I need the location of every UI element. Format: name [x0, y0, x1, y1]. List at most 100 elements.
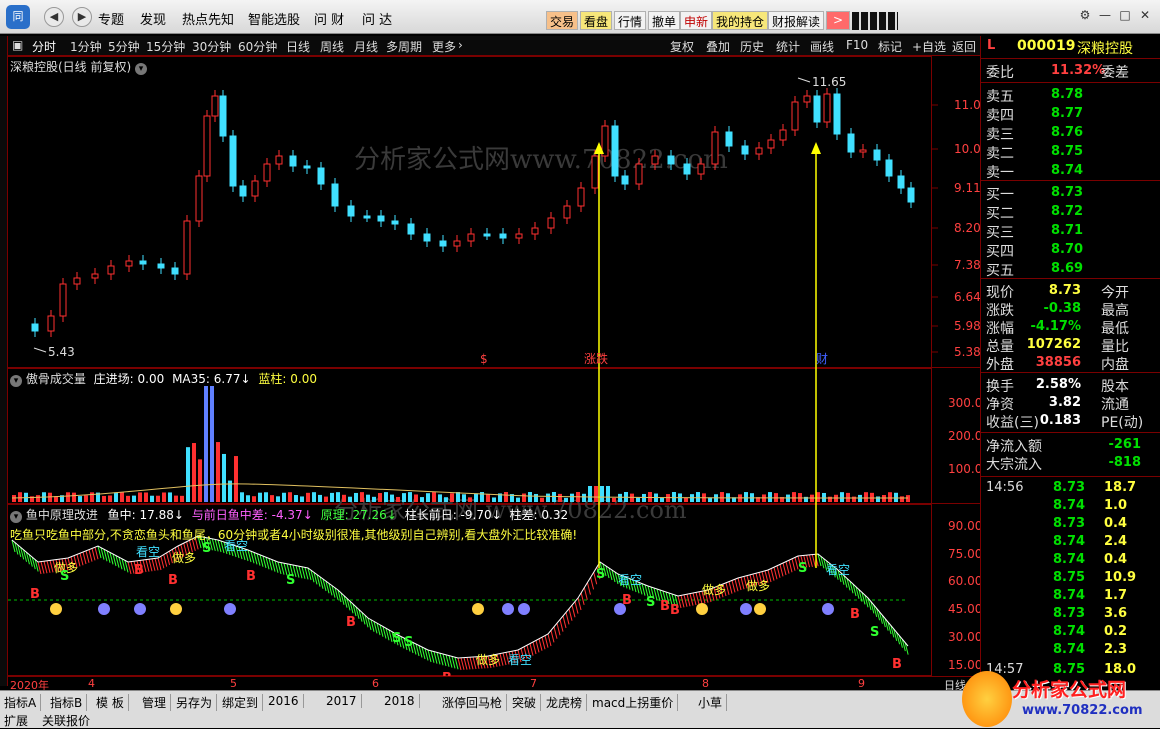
tool-trade-button[interactable]: 交易	[546, 11, 579, 30]
tab-period[interactable]: 更多	[432, 38, 456, 55]
bid-row[interactable]: 买二 8.72	[981, 203, 1141, 222]
ask-row[interactable]: 卖三 8.76	[981, 124, 1141, 143]
bottom-tab[interactable]: 龙虎榜	[546, 694, 588, 711]
action-draw[interactable]: 画线	[810, 38, 834, 55]
candle-body	[651, 155, 659, 165]
bottom-tab[interactable]: 另存为	[176, 694, 218, 711]
bottom-tab[interactable]: 小草	[698, 694, 728, 711]
tab-period[interactable]: 多周期	[386, 38, 422, 55]
more-arrow-icon[interactable]: >	[826, 11, 850, 30]
nav-topic[interactable]: 专题	[98, 9, 124, 28]
bid-row[interactable]: 买一 8.73	[981, 184, 1141, 203]
fish-title[interactable]: 鱼中原理改进	[26, 508, 98, 522]
bottom-tab[interactable]: 绑定到	[222, 694, 264, 711]
bottom-tab[interactable]: 指标A	[4, 694, 42, 711]
close-icon[interactable]: ✕	[1138, 8, 1152, 22]
ask-row[interactable]: 卖五 8.78	[981, 86, 1141, 105]
tool-ipo-button[interactable]: 申新	[680, 11, 713, 30]
bottom-tab[interactable]: 2017	[326, 694, 362, 708]
volume-bar	[438, 494, 442, 502]
date-label: 5	[230, 677, 237, 690]
ask-row[interactable]: 卖一 8.74	[981, 162, 1141, 181]
quote-header: L 000019 深粮控股	[981, 36, 1160, 57]
ask-label: 卖二	[986, 146, 1014, 162]
fish-ribbon-stripe	[160, 556, 165, 569]
action-history[interactable]: 历史	[740, 38, 764, 55]
ask-row[interactable]: 卖四 8.77	[981, 105, 1141, 124]
quote-value: 107262	[1026, 337, 1081, 352]
volume-bar	[354, 492, 358, 502]
nav-hot[interactable]: 热点先知	[182, 9, 234, 28]
ask-row[interactable]: 卖二 8.75	[981, 143, 1141, 162]
settings-icon[interactable]: ⚙	[1078, 8, 1092, 22]
date-axis: 2020年 4 5 6 7 8 9 日线	[8, 676, 980, 692]
bottom-tab[interactable]: macd上拐重价	[592, 694, 679, 711]
action-statistics[interactable]: 统计	[776, 38, 800, 55]
tab-period[interactable]: 60分钟	[238, 38, 277, 55]
tool-cancel-button[interactable]: 撤单	[648, 11, 681, 30]
fish-indicator: 与前日鱼中差: -4.37	[191, 508, 303, 522]
fish-signal-label: 做多	[702, 582, 726, 597]
chevron-down-icon[interactable]: ▾	[135, 63, 148, 75]
main-chart-title[interactable]: 深粮控股(日线 前复权)	[10, 60, 131, 74]
bottom-tab[interactable]: 2018	[384, 694, 420, 708]
bid-row[interactable]: 买四 8.70	[981, 241, 1141, 260]
tool-holdings-button[interactable]: 我的持仓	[712, 11, 769, 30]
bid-row[interactable]: 买五 8.69	[981, 260, 1141, 279]
tab-period[interactable]: 5分钟	[108, 38, 140, 55]
flow-label: 净流入额	[986, 439, 1042, 455]
tool-market-button[interactable]: 行情	[614, 11, 647, 30]
volume-bar	[252, 496, 256, 502]
action-f10[interactable]: F10	[846, 38, 868, 52]
volume-bar	[696, 492, 700, 502]
candle-body	[317, 167, 325, 185]
tab-period[interactable]: 1分钟	[70, 38, 102, 55]
action-add-watchlist[interactable]: +自选	[912, 38, 946, 55]
bid-row[interactable]: 买三 8.71	[981, 222, 1141, 241]
forward-arrow-icon[interactable]: ▶	[72, 7, 92, 27]
action-restore-rights[interactable]: 复权	[670, 38, 694, 55]
candle-body	[813, 95, 821, 123]
bottom-tab[interactable]: 涨停回马枪	[442, 694, 508, 711]
quote-row: 涨跌 -0.38 最高	[981, 300, 1141, 319]
tab-period[interactable]: 月线	[354, 38, 378, 55]
tab-period[interactable]: 分时	[32, 38, 56, 55]
buy-mark: B	[622, 593, 632, 608]
minimize-icon[interactable]: —	[1098, 8, 1112, 22]
nav-wenda[interactable]: 问 达	[362, 9, 392, 28]
bottom-tab[interactable]: 突破	[512, 694, 542, 711]
chevron-down-icon[interactable]: ▾	[10, 375, 22, 387]
volume-bar	[894, 492, 898, 502]
volume-bar	[366, 494, 370, 502]
maximize-icon[interactable]: □	[1118, 8, 1132, 22]
tab-period[interactable]: 30分钟	[192, 38, 231, 55]
chart-area[interactable]: 分析家公式网www.70822.com 分析家公式网 www.70822.com…	[8, 56, 980, 676]
tab-period[interactable]: 15分钟	[146, 38, 185, 55]
fish-ribbon-stripe	[37, 561, 42, 575]
nav-smart-pick[interactable]: 智能选股	[248, 9, 300, 28]
window-icon[interactable]: ▣	[12, 38, 23, 52]
action-back[interactable]: 返回	[952, 38, 976, 55]
bottom-tab[interactable]: 模 板	[96, 694, 129, 711]
tool-watch-button[interactable]: 看盘	[580, 11, 613, 30]
action-overlay[interactable]: 叠加	[706, 38, 730, 55]
price-tick: 8.20	[954, 221, 980, 235]
chevron-down-icon[interactable]: ▾	[10, 511, 22, 523]
bottom-tab[interactable]: 2016	[268, 694, 304, 708]
nav-wencai[interactable]: 问 财	[314, 9, 344, 28]
bottom-tab[interactable]: 指标B	[50, 694, 88, 711]
nav-discover[interactable]: 发现	[140, 9, 166, 28]
volume-title[interactable]: 傲骨成交量	[26, 372, 86, 386]
tab-period[interactable]: 日线	[286, 38, 310, 55]
action-mark[interactable]: 标记	[878, 38, 902, 55]
bottom-tab[interactable]: 关联报价	[42, 712, 90, 729]
bottom-tab[interactable]: 管理	[142, 694, 172, 711]
volume-bar	[294, 495, 298, 502]
period-more-chevron-icon[interactable]: ›	[458, 38, 463, 52]
tool-report-button[interactable]: 财报解读	[768, 11, 825, 30]
bottom-tab[interactable]: 扩展	[4, 712, 28, 729]
candle-body	[211, 95, 219, 117]
tab-period[interactable]: 周线	[320, 38, 344, 55]
tick-row: 8.73 3.6	[981, 606, 1141, 624]
back-arrow-icon[interactable]: ◀	[44, 7, 64, 27]
